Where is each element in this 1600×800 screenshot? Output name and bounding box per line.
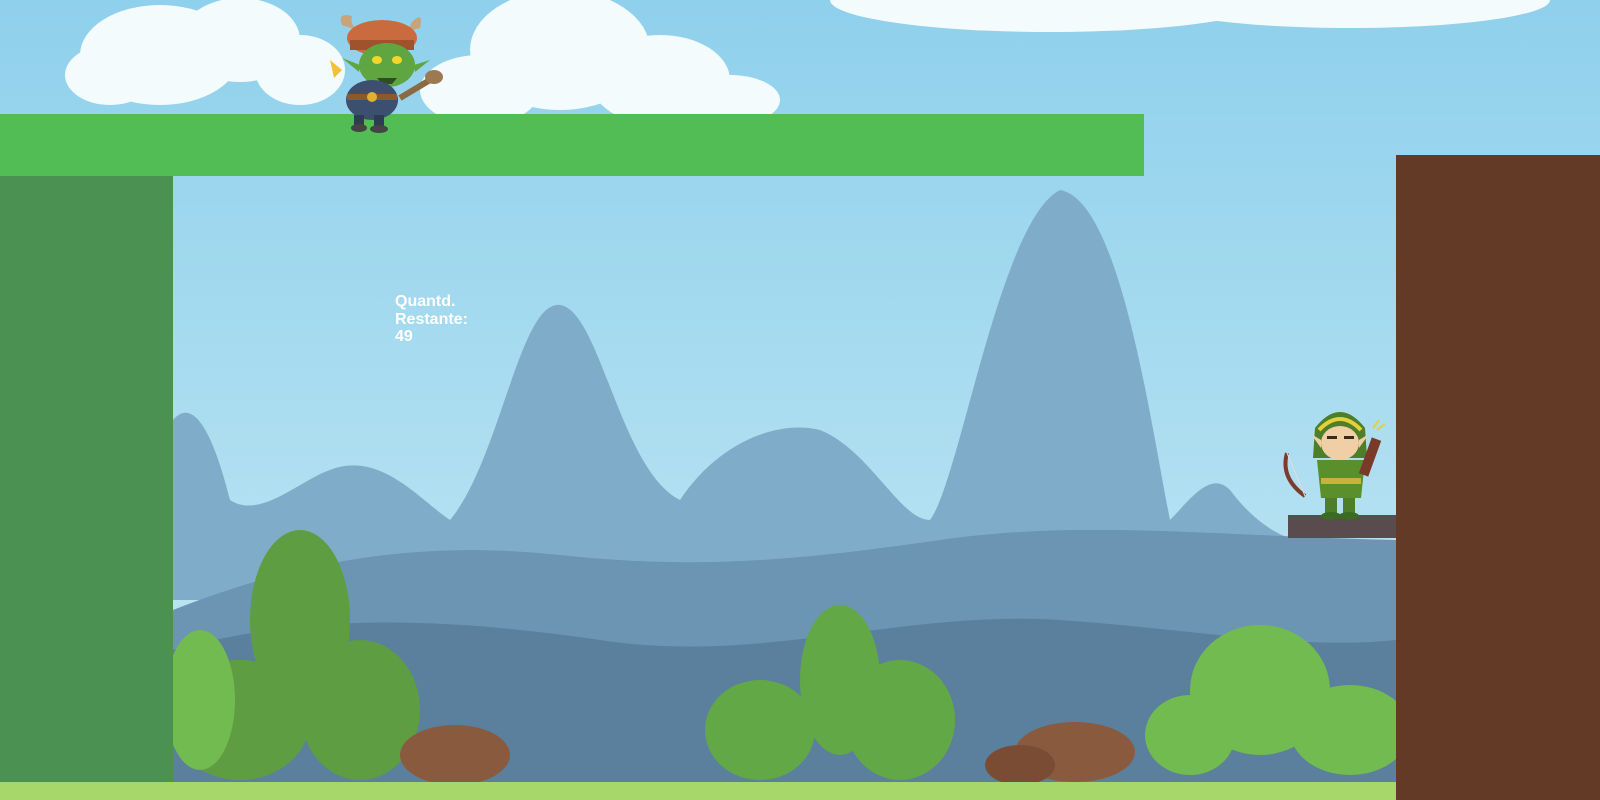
game-canvas[interactable]: Quantd. Restante: 49 <box>0 0 1600 800</box>
rock <box>985 745 1055 785</box>
rock <box>400 725 510 785</box>
right-wall <box>1396 155 1600 800</box>
left-wall <box>0 176 173 784</box>
archer-player-sprite <box>1283 412 1386 520</box>
top-platform <box>0 114 1144 176</box>
remaining-count-label: Quantd. Restante: 49 <box>395 293 468 345</box>
ground-grass <box>0 782 1396 800</box>
goblin-enemy-sprite <box>330 15 443 133</box>
